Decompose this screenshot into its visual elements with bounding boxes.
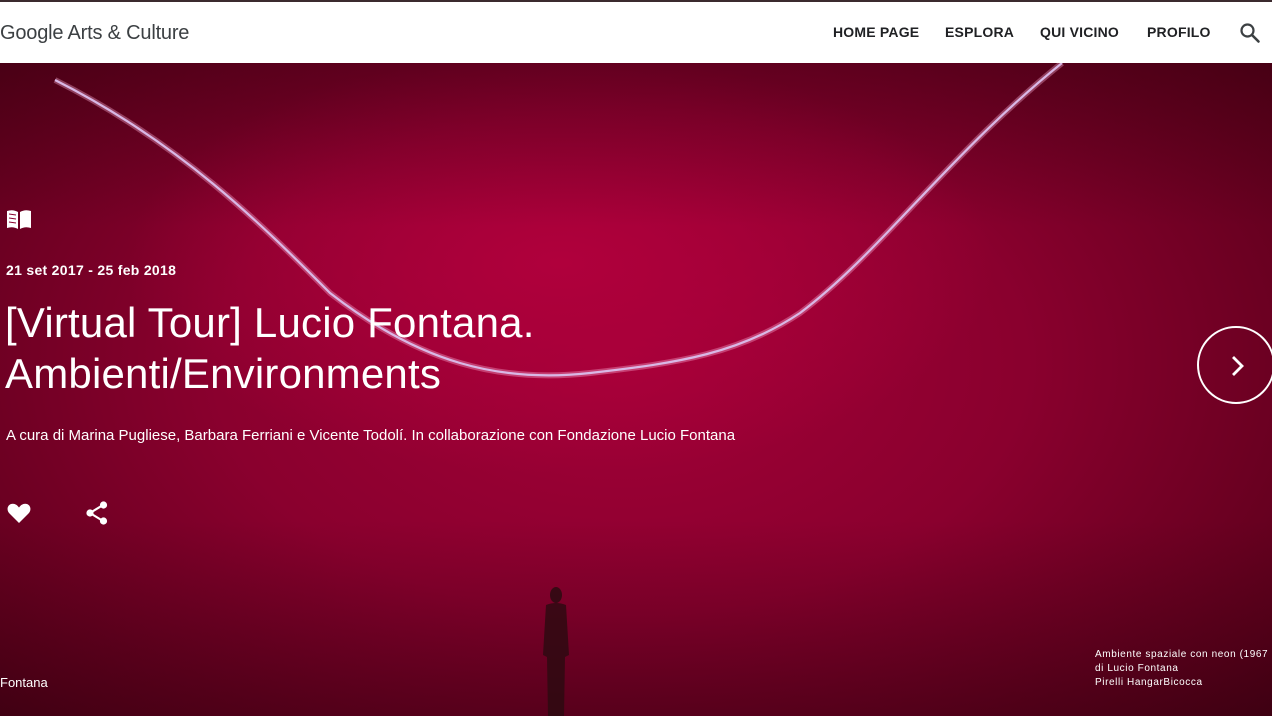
top-header: Google Arts & Culture HOME PAGE ESPLORA … [0, 2, 1272, 63]
chevron-right-icon [1232, 356, 1244, 376]
next-slide-button[interactable] [1197, 326, 1272, 404]
hero-banner: 21 set 2017 - 25 feb 2018 [Virtual Tour]… [0, 63, 1272, 716]
nav-profile[interactable]: PROFILO [1147, 24, 1211, 40]
curator-text: A cura di Marina Pugliese, Barbara Ferri… [6, 427, 736, 444]
image-caption-left: Fontana [0, 675, 48, 690]
heart-icon[interactable] [6, 501, 32, 525]
title-line-2: Ambienti/Environments [5, 350, 442, 397]
exhibition-date: 21 set 2017 - 25 feb 2018 [6, 262, 177, 278]
site-logo[interactable]: Google Arts & Culture [0, 22, 189, 45]
nav-explore[interactable]: ESPLORA [945, 24, 1014, 40]
search-icon[interactable] [1238, 21, 1262, 45]
exhibition-title: [Virtual Tour] Lucio Fontana. Ambienti/E… [5, 297, 535, 399]
nav-nearby[interactable]: QUI VICINO [1040, 24, 1119, 40]
credit-artwork: Ambiente spaziale con neon (1967 [1095, 649, 1269, 660]
title-line-1: [Virtual Tour] Lucio Fontana. [5, 299, 535, 346]
nav-home[interactable]: HOME PAGE [833, 24, 919, 40]
image-credit: Ambiente spaziale con neon (1967 di Luci… [1095, 648, 1268, 690]
share-icon[interactable] [84, 500, 110, 526]
credit-venue: Pirelli HangarBicocca [1095, 677, 1203, 688]
book-open-icon [7, 210, 31, 229]
credit-artist: di Lucio Fontana [1095, 663, 1179, 674]
visitor-silhouette [543, 587, 569, 716]
